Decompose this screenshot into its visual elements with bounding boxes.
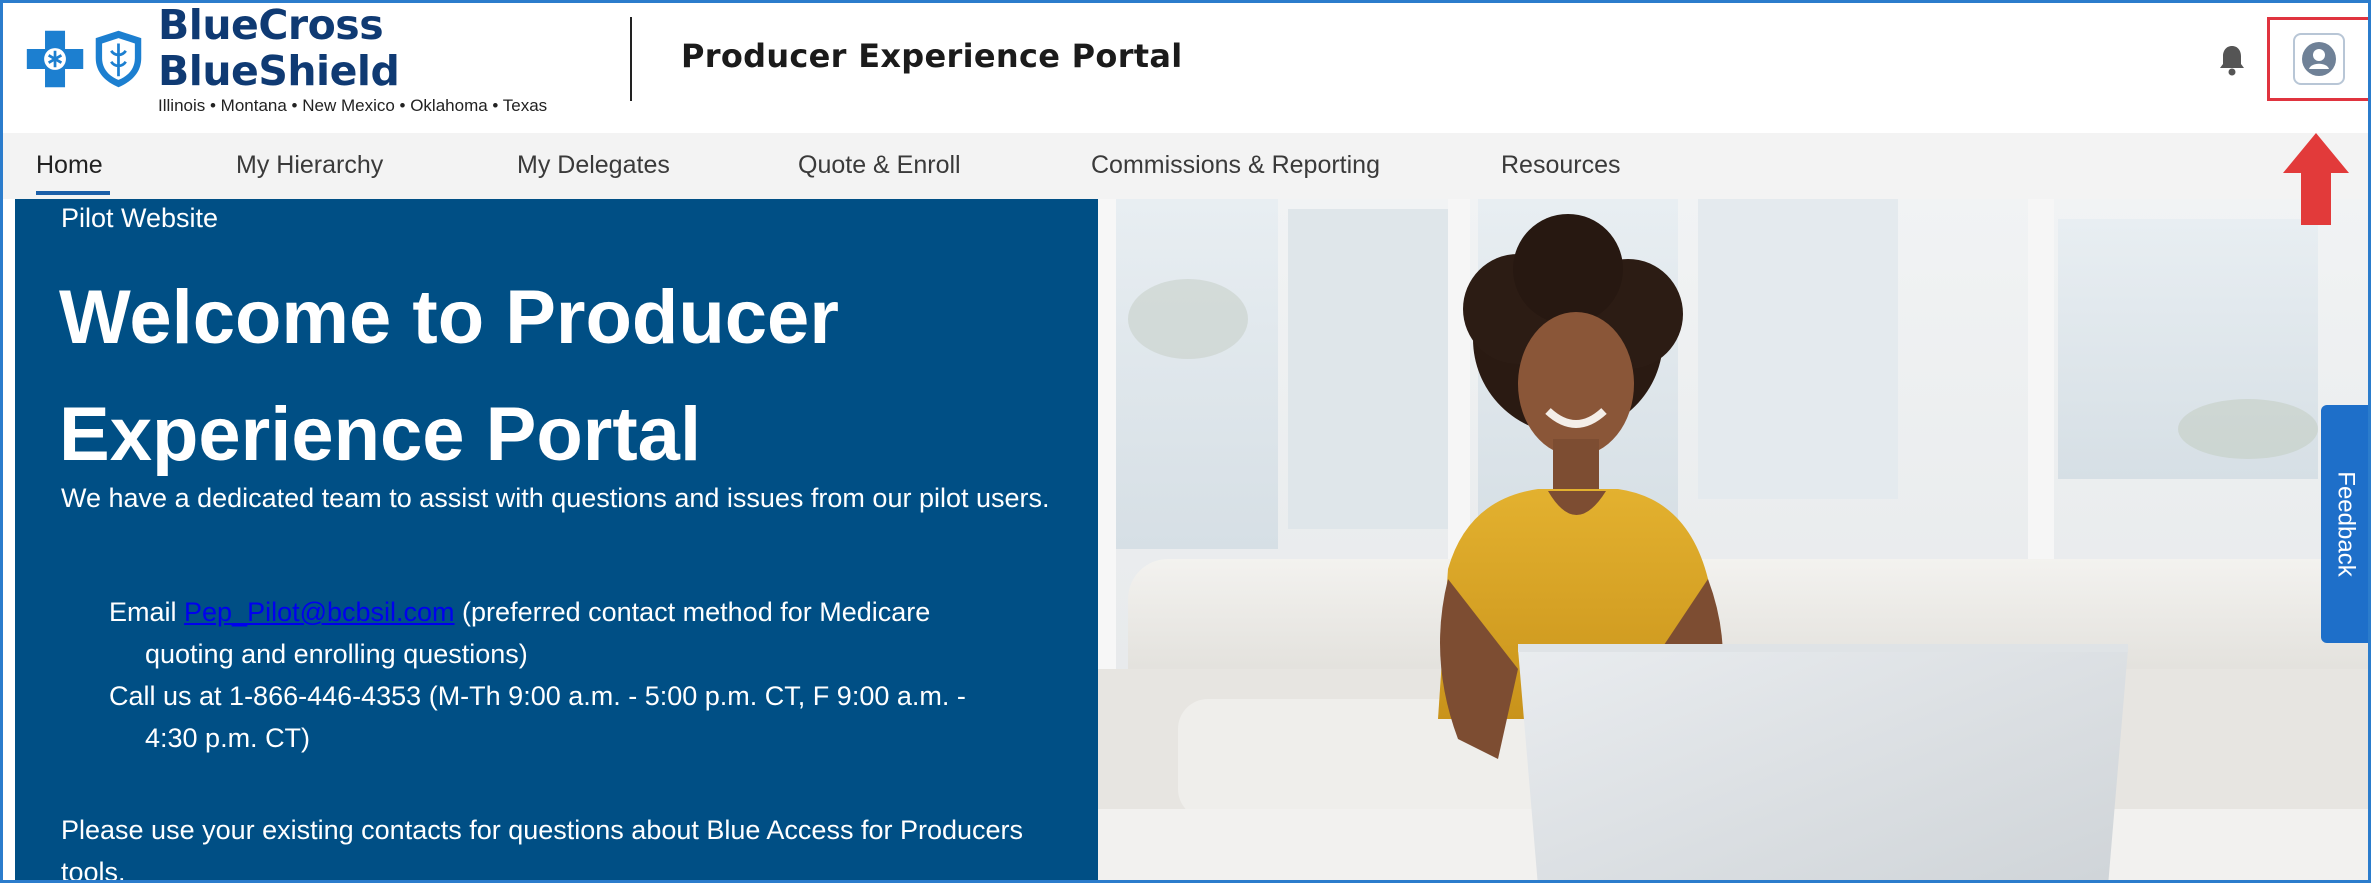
- email-suffix-line1: (preferred contact method for Medicare: [454, 597, 931, 627]
- bcbs-logo[interactable]: BlueCross BlueShield Illinois • Montana …: [25, 3, 595, 115]
- brand-name: BlueCross BlueShield: [158, 1, 400, 95]
- brand-states: Illinois • Montana • New Mexico • Oklaho…: [158, 96, 548, 115]
- app-frame: BlueCross BlueShield Illinois • Montana …: [0, 0, 2371, 883]
- header-divider: [630, 17, 632, 101]
- hero-photo: [1098, 199, 2368, 880]
- nav-home[interactable]: Home: [36, 151, 103, 180]
- main-nav: Home My Hierarchy My Delegates Quote & E…: [3, 133, 2368, 199]
- hero-panel: Pilot Website Welcome to Producer Experi…: [15, 199, 1098, 883]
- hero-title-line1: Welcome to Producer: [59, 275, 839, 360]
- nav-my-delegates[interactable]: My Delegates: [517, 151, 670, 180]
- blue-cross-icon: [26, 30, 84, 88]
- nav-active-indicator: [36, 191, 110, 195]
- email-suffix-line2: quoting and enrolling questions): [145, 639, 528, 669]
- call-line2: 4:30 p.m. CT): [145, 723, 311, 753]
- bell-icon[interactable]: [2217, 43, 2247, 77]
- blue-shield-icon: [95, 30, 142, 88]
- contact-phone-item: Call us at 1-866-446-4353 (M-Th 9:00 a.m…: [95, 675, 1055, 759]
- user-avatar-button[interactable]: [2267, 17, 2368, 101]
- hero-title-line2: Experience Portal: [59, 392, 702, 477]
- contact-list: Email Pep_Pilot@bcbsil.com (preferred co…: [95, 591, 1055, 759]
- header: BlueCross BlueShield Illinois • Montana …: [3, 3, 2368, 115]
- nav-commissions-reporting[interactable]: Commissions & Reporting: [1091, 151, 1380, 180]
- call-line1: Call us at 1-866-446-4353 (M-Th 9:00 a.m…: [109, 681, 966, 711]
- woman-laptop-image: [1098, 199, 2368, 880]
- hero-closing: Please use your existing contacts for qu…: [61, 815, 1024, 883]
- pilot-label: Pilot Website: [61, 203, 219, 233]
- user-avatar-icon: [2302, 42, 2336, 76]
- hero-intro: We have a dedicated team to assist with …: [61, 483, 1050, 513]
- feedback-tab[interactable]: Feedback: [2321, 405, 2368, 643]
- nav-quote-enroll[interactable]: Quote & Enroll: [798, 151, 961, 180]
- portal-title: Producer Experience Portal: [681, 37, 1183, 75]
- red-arrow-up-icon: [2283, 133, 2349, 225]
- nav-resources[interactable]: Resources: [1501, 151, 1621, 180]
- contact-email-item: Email Pep_Pilot@bcbsil.com (preferred co…: [95, 591, 1055, 675]
- nav-my-hierarchy[interactable]: My Hierarchy: [236, 151, 383, 180]
- email-prefix: Email: [109, 597, 185, 627]
- hero-title: Welcome to Producer Experience Portal: [59, 259, 1079, 493]
- feedback-label: Feedback: [2333, 471, 2360, 577]
- avatar-frame: [2293, 33, 2345, 85]
- email-link[interactable]: Pep_Pilot@bcbsil.com: [184, 597, 455, 627]
